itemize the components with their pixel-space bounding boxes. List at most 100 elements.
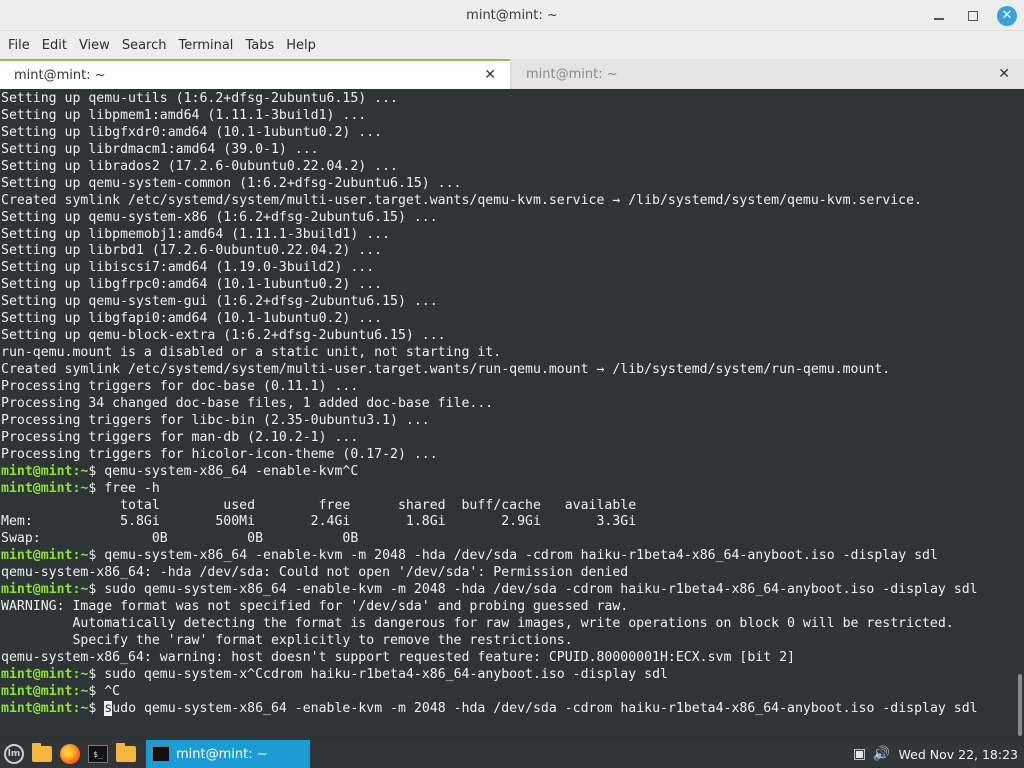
- shell-prompt: mint@mint:~: [1, 683, 89, 699]
- output-text: total used free shared buff/cache availa…: [1, 497, 637, 513]
- shell-prompt: mint@mint:~: [1, 548, 89, 564]
- output-text: Created symlink /etc/systemd/system/mult…: [1, 192, 922, 208]
- terminal-line: total used free shared buff/cache availa…: [1, 498, 1014, 515]
- terminal-line: Processing triggers for hicolor-icon-the…: [1, 447, 1014, 464]
- terminal-line: run-qemu.mount is a disabled or a static…: [1, 345, 1014, 362]
- output-text: Setting up libiscsi7:amd64 (1.19.0-3buil…: [1, 260, 375, 276]
- menubar: File Edit View Search Terminal Tabs Help: [0, 31, 1024, 59]
- files-launcher[interactable]: [112, 740, 140, 768]
- output-text: Setting up librdmacm1:amd64 (39.0-1) ...: [1, 141, 319, 157]
- terminal-line: mint@mint:~$ free -h: [1, 481, 1014, 498]
- output-text: run-qemu.mount is a disabled or a static…: [1, 345, 502, 361]
- output-text: Setting up librados2 (17.2.6-0ubuntu0.22…: [1, 158, 398, 174]
- scrollbar-thumb[interactable]: [1018, 674, 1022, 736]
- menu-help[interactable]: Help: [280, 34, 322, 57]
- maximize-icon: [968, 10, 978, 21]
- tab-terminal-1[interactable]: mint@mint: ~ ✕: [0, 59, 510, 89]
- menu-view[interactable]: View: [73, 34, 116, 57]
- output-text: Setting up libpmem1:amd64 (1.11.1-3build…: [1, 107, 367, 123]
- shell-prompt: mint@mint:~: [1, 480, 89, 496]
- menu-search[interactable]: Search: [116, 34, 173, 57]
- output-text: Setting up libpmemobj1:amd64 (1.11.1-3bu…: [1, 226, 391, 242]
- output-text: Setting up qemu-system-gui (1:6.2+dfsg-2…: [1, 294, 438, 310]
- maximize-button[interactable]: [956, 0, 990, 31]
- menu-terminal[interactable]: Terminal: [172, 34, 239, 57]
- firefox-launcher[interactable]: [56, 740, 84, 768]
- close-window-button[interactable]: ✕: [990, 0, 1024, 31]
- terminal-line: Setting up qemu-system-gui (1:6.2+dfsg-2…: [1, 294, 1014, 311]
- tab-terminal-2[interactable]: mint@mint: ~ ✕: [512, 59, 1024, 89]
- output-text: Automatically detecting the format is da…: [1, 616, 954, 632]
- minimize-icon: [934, 17, 944, 20]
- output-text: Setting up qemu-block-extra (1:6.2+dfsg-…: [1, 328, 446, 344]
- terminal-line: mint@mint:~$ ^C: [1, 684, 1014, 701]
- menu-edit[interactable]: Edit: [36, 34, 73, 57]
- output-text: Setting up libgfxdr0:amd64 (10.1-1ubuntu…: [1, 124, 383, 140]
- prompt-symbol: $: [88, 480, 105, 496]
- output-text: Mem: 5.8Gi 500Mi 2.4Gi 1.8Gi 2.9Gi 3.3Gi: [1, 514, 637, 530]
- tab-bar: mint@mint: ~ ✕ mint@mint: ~ ✕: [0, 59, 1024, 89]
- terminal-icon: $_: [88, 745, 108, 763]
- output-text: Setting up qemu-system-common (1:6.2+dfs…: [1, 175, 462, 191]
- window-title: mint@mint: ~: [466, 7, 558, 23]
- shell-prompt: mint@mint:~: [1, 463, 89, 479]
- output-text: Setting up libgfapi0:amd64 (10.1-1ubuntu…: [1, 311, 383, 327]
- taskbar-window-terminal[interactable]: mint@mint: ~: [146, 740, 310, 768]
- close-icon: ✕: [997, 5, 1017, 26]
- command-text: qemu-system-x86_64 -enable-kvm -m 2048 -…: [104, 548, 938, 564]
- output-text: Processing 34 changed doc-base files, 1 …: [1, 395, 494, 411]
- tab-label: mint@mint: ~: [14, 67, 106, 83]
- window-titlebar[interactable]: mint@mint: ~ ✕: [0, 0, 1024, 31]
- show-desktop-button[interactable]: [28, 740, 56, 768]
- clock[interactable]: Wed Nov 22, 18:23: [893, 747, 1024, 762]
- command-text: udo qemu-system-x86_64 -enable-kvm -m 20…: [112, 700, 978, 716]
- terminal-line: Setting up librdmacm1:amd64 (39.0-1) ...: [1, 142, 1014, 159]
- output-text: Setting up librbd1 (17.2.6-0ubuntu0.22.0…: [1, 243, 383, 259]
- terminal-line: Setting up libgfapi0:amd64 (10.1-1ubuntu…: [1, 311, 1014, 328]
- volume-icon[interactable]: 🔊: [871, 740, 893, 768]
- command-text: sudo qemu-system-x^Ccdrom haiku-r1beta4-…: [104, 666, 668, 682]
- terminal-line: qemu-system-x86_64: warning: host doesn'…: [1, 650, 1014, 667]
- output-text: WARNING: Image format was not specified …: [1, 599, 629, 615]
- show-desktop-icon: [32, 743, 52, 762]
- terminal-line: qemu-system-x86_64: -hda /dev/sda: Could…: [1, 565, 1014, 582]
- display-icon[interactable]: ▣: [849, 740, 871, 768]
- terminal-line: Mem: 5.8Gi 500Mi 2.4Gi 1.8Gi 2.9Gi 3.3Gi: [1, 514, 1014, 531]
- terminal-line: Setting up libpmemobj1:amd64 (1.11.1-3bu…: [1, 227, 1014, 244]
- minimize-button[interactable]: [922, 0, 956, 31]
- close-icon[interactable]: ✕: [484, 67, 496, 83]
- shell-prompt: mint@mint:~: [1, 666, 89, 682]
- menu-button[interactable]: lm: [0, 740, 28, 768]
- terminal-launcher[interactable]: $_: [84, 740, 112, 768]
- output-text: Processing triggers for libc-bin (2.35-0…: [1, 412, 430, 428]
- folder-icon: [116, 743, 136, 762]
- menu-tabs[interactable]: Tabs: [239, 34, 280, 57]
- taskbar-window-label: mint@mint: ~: [176, 746, 268, 762]
- terminal-line: WARNING: Image format was not specified …: [1, 599, 1014, 616]
- menu-file[interactable]: File: [2, 34, 36, 57]
- prompt-symbol: $: [88, 666, 105, 682]
- command-text: ^C: [104, 683, 121, 699]
- terminal-line: Automatically detecting the format is da…: [1, 616, 1014, 633]
- terminal-line: mint@mint:~$ sudo qemu-system-x86_64 -en…: [1, 582, 1014, 599]
- terminal-line: Processing triggers for doc-base (0.11.1…: [1, 379, 1014, 396]
- output-text: Processing triggers for hicolor-icon-the…: [1, 446, 438, 462]
- prompt-symbol: $: [88, 582, 105, 598]
- terminal-line: Created symlink /etc/systemd/system/mult…: [1, 362, 1014, 379]
- terminal-line: Processing 34 changed doc-base files, 1 …: [1, 396, 1014, 413]
- command-text: qemu-system-x86_64 -enable-kvm^C: [104, 463, 359, 479]
- terminal-line: Setting up librados2 (17.2.6-0ubuntu0.22…: [1, 159, 1014, 176]
- prompt-symbol: $: [88, 548, 105, 564]
- terminal-line: mint@mint:~$ qemu-system-x86_64 -enable-…: [1, 548, 1014, 565]
- output-text: Swap: 0B 0B 0B: [1, 531, 359, 547]
- output-text: Setting up libgfrpc0:amd64 (10.1-1ubuntu…: [1, 277, 383, 293]
- terminal-line: Specify the 'raw' format explicitly to r…: [1, 633, 1014, 650]
- close-icon[interactable]: ✕: [998, 66, 1010, 82]
- terminal-output[interactable]: Setting up qemu-utils (1:6.2+dfsg-2ubunt…: [0, 89, 1014, 740]
- terminal-input-line[interactable]: mint@mint:~$ sudo qemu-system-x86_64 -en…: [1, 700, 1014, 718]
- mint-menu-icon: lm: [4, 744, 24, 764]
- firefox-icon: [60, 744, 80, 764]
- output-text: Processing triggers for doc-base (0.11.1…: [1, 378, 359, 394]
- terminal-line: Setting up libpmem1:amd64 (1.11.1-3build…: [1, 108, 1014, 125]
- terminal-scrollbar[interactable]: [1014, 89, 1024, 740]
